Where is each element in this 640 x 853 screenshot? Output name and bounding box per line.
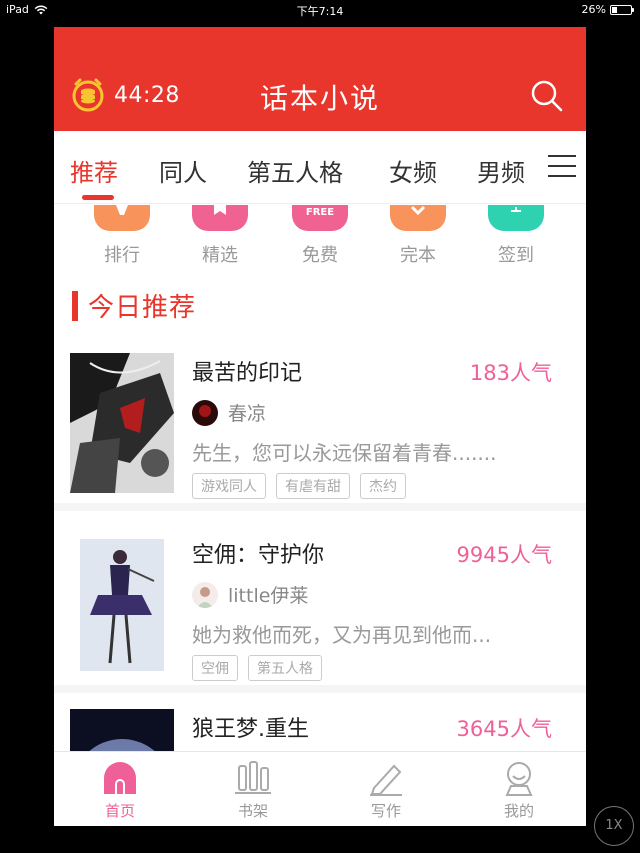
nav-bookshelf-label: 书架	[237, 802, 268, 820]
battery-percent: 26%	[581, 3, 606, 16]
book-popularity: 9945人气	[456, 543, 552, 567]
bottom-nav: 首页 书架 写作 我的	[54, 751, 586, 826]
trophy-icon	[94, 205, 150, 231]
quicknav-completed[interactable]: 完本	[378, 205, 458, 267]
author-avatar	[192, 581, 218, 608]
section-title: 今日推荐	[88, 293, 197, 323]
book-title: 狼王梦.重生	[192, 717, 309, 742]
home-icon	[104, 762, 136, 794]
quick-nav: 排行 精选 FREE 免费 完本 签到	[54, 205, 586, 287]
profile-icon	[505, 762, 533, 796]
quicknav-label: 排行	[104, 245, 140, 266]
active-tab-indicator	[82, 195, 114, 200]
nav-write-label: 写作	[370, 802, 401, 820]
book-title: 空佣：守护你	[192, 543, 325, 568]
status-bar: iPad 下午7:14 26%	[0, 0, 640, 20]
hamburger-menu-icon[interactable]	[548, 155, 576, 181]
book-title: 最苦的印记	[192, 361, 303, 386]
tab-recommend[interactable]: 推荐	[70, 153, 118, 188]
tab-male[interactable]: 男频	[477, 153, 525, 188]
book-cover-image	[70, 353, 174, 493]
nav-write[interactable]: 写作	[346, 760, 426, 821]
section-header: 今日推荐	[72, 287, 196, 324]
book-author: 春凉	[192, 399, 266, 426]
book-description: 先生，您可以永远保留着青春.......	[192, 441, 497, 465]
nav-home-label: 首页	[104, 802, 135, 820]
quicknav-checkin[interactable]: 签到	[476, 205, 556, 267]
speed-toggle-button[interactable]: 1X	[594, 806, 634, 846]
bookshelf-icon	[235, 761, 271, 794]
nav-home[interactable]: 首页	[80, 760, 160, 821]
quicknav-label: 签到	[498, 245, 534, 266]
book-tags: 游戏同人 有虐有甜 杰约	[192, 473, 406, 499]
book-item[interactable]: 最苦的印记 183人气 春凉 先生，您可以永远保留着青春....... 游戏同人…	[54, 337, 586, 511]
quicknav-label: 免费	[302, 245, 338, 266]
quicknav-featured[interactable]: 精选	[180, 205, 260, 267]
tab-female[interactable]: 女频	[389, 153, 437, 188]
app-screen: 44:28 话本小说 推荐 同人 第五人格 女频 男频 排行 精选 FREE 免…	[54, 27, 586, 826]
book-tag[interactable]: 有虐有甜	[276, 473, 350, 499]
quicknav-label: 完本	[400, 245, 436, 266]
quicknav-free[interactable]: FREE 免费	[280, 205, 360, 267]
nav-profile-label: 我的	[503, 802, 534, 820]
book-cover-image	[70, 535, 174, 675]
author-name: 春凉	[228, 403, 267, 425]
author-name: little伊莱	[228, 585, 309, 607]
section-accent-bar	[72, 290, 78, 321]
search-icon[interactable]	[530, 79, 564, 113]
app-title: 话本小说	[259, 82, 380, 115]
check-box-icon	[390, 205, 446, 231]
book-tags: 空佣 第五人格	[192, 655, 322, 681]
bookmark-icon	[192, 205, 248, 231]
app-header: 44:28 话本小说	[54, 27, 586, 131]
book-tag[interactable]: 第五人格	[248, 655, 322, 681]
tab-fanfic[interactable]: 同人	[159, 153, 207, 188]
author-avatar	[192, 399, 218, 426]
free-badge-text: FREE	[305, 207, 335, 218]
battery-icon	[610, 4, 634, 15]
quicknav-label: 精选	[202, 245, 238, 266]
tab-identity-v[interactable]: 第五人格	[247, 153, 343, 188]
nav-profile[interactable]: 我的	[479, 760, 559, 821]
category-tabs: 推荐 同人 第五人格 女频 男频	[54, 131, 586, 204]
quicknav-ranking[interactable]: 排行	[82, 205, 162, 267]
free-badge-icon: FREE	[292, 205, 348, 231]
pencil-icon	[370, 764, 402, 796]
book-tag[interactable]: 杰约	[360, 473, 406, 499]
book-popularity: 183人气	[469, 361, 552, 385]
book-item[interactable]: 空佣：守护你 9945人气 little伊莱 她为救他而死，又为再见到他而...…	[54, 519, 586, 693]
book-description: 她为救他而死，又为再见到他而...	[192, 623, 492, 647]
book-tag[interactable]: 空佣	[192, 655, 238, 681]
nav-bookshelf[interactable]: 书架	[213, 760, 293, 821]
book-tag[interactable]: 游戏同人	[192, 473, 266, 499]
book-popularity: 3645人气	[456, 717, 552, 741]
book-author: little伊莱	[192, 581, 308, 608]
status-time: 下午7:14	[296, 5, 344, 18]
calendar-icon	[488, 205, 544, 231]
